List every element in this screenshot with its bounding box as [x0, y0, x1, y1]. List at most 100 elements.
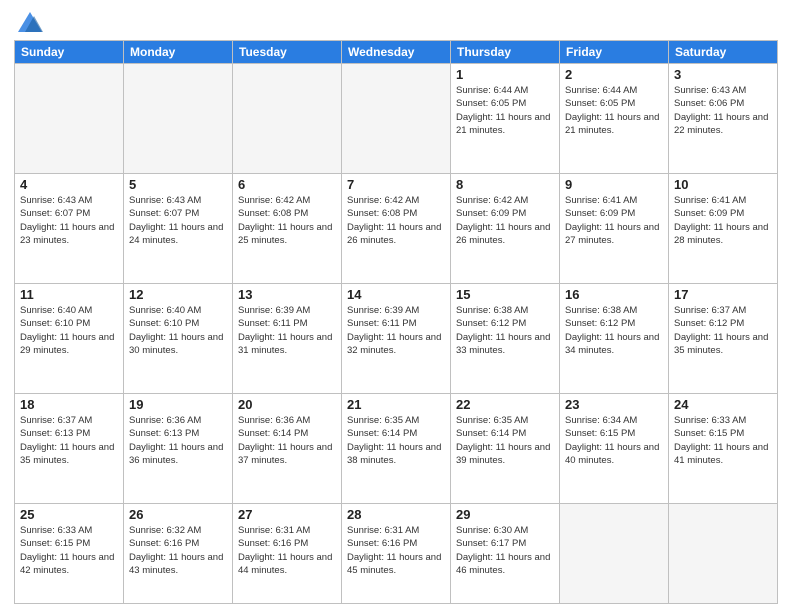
table-row: 26 Sunrise: 6:32 AM Sunset: 6:16 PM Dayli… [124, 504, 233, 604]
table-row [560, 504, 669, 604]
logo-icon [16, 10, 44, 38]
day-number: 8 [456, 177, 554, 192]
day-info: Sunrise: 6:35 AM Sunset: 6:14 PM Dayligh… [456, 414, 554, 467]
day-info: Sunrise: 6:31 AM Sunset: 6:16 PM Dayligh… [238, 524, 336, 577]
day-number: 27 [238, 507, 336, 522]
col-thursday: Thursday [451, 41, 560, 64]
day-info: Sunrise: 6:38 AM Sunset: 6:12 PM Dayligh… [456, 304, 554, 357]
table-row: 13 Sunrise: 6:39 AM Sunset: 6:11 PM Dayli… [233, 284, 342, 394]
day-number: 28 [347, 507, 445, 522]
day-info: Sunrise: 6:30 AM Sunset: 6:17 PM Dayligh… [456, 524, 554, 577]
table-row: 17 Sunrise: 6:37 AM Sunset: 6:12 PM Dayli… [669, 284, 778, 394]
day-number: 14 [347, 287, 445, 302]
table-row: 10 Sunrise: 6:41 AM Sunset: 6:09 PM Dayli… [669, 174, 778, 284]
day-number: 2 [565, 67, 663, 82]
table-row: 28 Sunrise: 6:31 AM Sunset: 6:16 PM Dayli… [342, 504, 451, 604]
table-row: 8 Sunrise: 6:42 AM Sunset: 6:09 PM Daylig… [451, 174, 560, 284]
day-number: 4 [20, 177, 118, 192]
day-info: Sunrise: 6:36 AM Sunset: 6:13 PM Dayligh… [129, 414, 227, 467]
day-number: 19 [129, 397, 227, 412]
day-info: Sunrise: 6:44 AM Sunset: 6:05 PM Dayligh… [456, 84, 554, 137]
day-number: 6 [238, 177, 336, 192]
day-info: Sunrise: 6:43 AM Sunset: 6:07 PM Dayligh… [129, 194, 227, 247]
table-row: 7 Sunrise: 6:42 AM Sunset: 6:08 PM Daylig… [342, 174, 451, 284]
logo [14, 10, 44, 34]
table-row: 5 Sunrise: 6:43 AM Sunset: 6:07 PM Daylig… [124, 174, 233, 284]
day-number: 10 [674, 177, 772, 192]
day-number: 22 [456, 397, 554, 412]
table-row: 2 Sunrise: 6:44 AM Sunset: 6:05 PM Daylig… [560, 64, 669, 174]
day-info: Sunrise: 6:43 AM Sunset: 6:06 PM Dayligh… [674, 84, 772, 137]
table-row: 27 Sunrise: 6:31 AM Sunset: 6:16 PM Dayli… [233, 504, 342, 604]
table-row [342, 64, 451, 174]
col-monday: Monday [124, 41, 233, 64]
day-number: 23 [565, 397, 663, 412]
day-info: Sunrise: 6:31 AM Sunset: 6:16 PM Dayligh… [347, 524, 445, 577]
day-number: 18 [20, 397, 118, 412]
table-row: 18 Sunrise: 6:37 AM Sunset: 6:13 PM Dayli… [15, 394, 124, 504]
table-row: 15Sunrise: 6:38 AM Sunset: 6:12 PM Dayli… [451, 284, 560, 394]
day-info: Sunrise: 6:35 AM Sunset: 6:14 PM Dayligh… [347, 414, 445, 467]
table-row [233, 64, 342, 174]
day-number: 26 [129, 507, 227, 522]
day-info: Sunrise: 6:39 AM Sunset: 6:11 PM Dayligh… [347, 304, 445, 357]
day-number: 29 [456, 507, 554, 522]
day-info: Sunrise: 6:36 AM Sunset: 6:14 PM Dayligh… [238, 414, 336, 467]
day-info: Sunrise: 6:41 AM Sunset: 6:09 PM Dayligh… [565, 194, 663, 247]
day-info: Sunrise: 6:37 AM Sunset: 6:12 PM Dayligh… [674, 304, 772, 357]
day-number: 17 [674, 287, 772, 302]
table-row: 12 Sunrise: 6:40 AM Sunset: 6:10 PM Dayli… [124, 284, 233, 394]
col-friday: Friday [560, 41, 669, 64]
table-row: 24 Sunrise: 6:33 AM Sunset: 6:15 PM Dayli… [669, 394, 778, 504]
col-saturday: Saturday [669, 41, 778, 64]
day-number: 7 [347, 177, 445, 192]
day-number: 21 [347, 397, 445, 412]
day-info: Sunrise: 6:32 AM Sunset: 6:16 PM Dayligh… [129, 524, 227, 577]
day-info: Sunrise: 6:34 AM Sunset: 6:15 PM Dayligh… [565, 414, 663, 467]
day-number: 12 [129, 287, 227, 302]
table-row [124, 64, 233, 174]
day-number: 13 [238, 287, 336, 302]
day-number: 16 [565, 287, 663, 302]
day-info: Sunrise: 6:42 AM Sunset: 6:09 PM Dayligh… [456, 194, 554, 247]
table-row [669, 504, 778, 604]
day-info: Sunrise: 6:37 AM Sunset: 6:13 PM Dayligh… [20, 414, 118, 467]
table-row: 25 Sunrise: 6:33 AM Sunset: 6:15 PM Dayli… [15, 504, 124, 604]
day-info: Sunrise: 6:33 AM Sunset: 6:15 PM Dayligh… [674, 414, 772, 467]
day-number: 24 [674, 397, 772, 412]
day-info: Sunrise: 6:42 AM Sunset: 6:08 PM Dayligh… [347, 194, 445, 247]
table-row: 20 Sunrise: 6:36 AM Sunset: 6:14 PM Dayli… [233, 394, 342, 504]
table-row [15, 64, 124, 174]
day-info: Sunrise: 6:42 AM Sunset: 6:08 PM Dayligh… [238, 194, 336, 247]
table-row: 6 Sunrise: 6:42 AM Sunset: 6:08 PM Daylig… [233, 174, 342, 284]
table-row: 14 Sunrise: 6:39 AM Sunset: 6:11 PM Dayli… [342, 284, 451, 394]
calendar-table: Sunday Monday Tuesday Wednesday Thursday… [14, 40, 778, 604]
table-row: 22 Sunrise: 6:35 AM Sunset: 6:14 PM Dayli… [451, 394, 560, 504]
day-info: Sunrise: 6:44 AM Sunset: 6:05 PM Dayligh… [565, 84, 663, 137]
table-row: 19 Sunrise: 6:36 AM Sunset: 6:13 PM Dayli… [124, 394, 233, 504]
table-row: 21 Sunrise: 6:35 AM Sunset: 6:14 PM Dayli… [342, 394, 451, 504]
day-info: Sunrise: 6:33 AM Sunset: 6:15 PM Dayligh… [20, 524, 118, 577]
col-wednesday: Wednesday [342, 41, 451, 64]
calendar-header-row: Sunday Monday Tuesday Wednesday Thursday… [15, 41, 778, 64]
day-number: 9 [565, 177, 663, 192]
day-info: Sunrise: 6:43 AM Sunset: 6:07 PM Dayligh… [20, 194, 118, 247]
table-row: 1 Sunrise: 6:44 AM Sunset: 6:05 PM Daylig… [451, 64, 560, 174]
table-row: 3 Sunrise: 6:43 AM Sunset: 6:06 PM Daylig… [669, 64, 778, 174]
day-info: Sunrise: 6:40 AM Sunset: 6:10 PM Dayligh… [129, 304, 227, 357]
day-info: Sunrise: 6:38 AM Sunset: 6:12 PM Dayligh… [565, 304, 663, 357]
day-number: 3 [674, 67, 772, 82]
day-info: Sunrise: 6:41 AM Sunset: 6:09 PM Dayligh… [674, 194, 772, 247]
table-row: 23 Sunrise: 6:34 AM Sunset: 6:15 PM Dayli… [560, 394, 669, 504]
col-tuesday: Tuesday [233, 41, 342, 64]
table-row: 29 Sunrise: 6:30 AM Sunset: 6:17 PM Dayli… [451, 504, 560, 604]
day-number: 11 [20, 287, 118, 302]
table-row: 9 Sunrise: 6:41 AM Sunset: 6:09 PM Daylig… [560, 174, 669, 284]
day-number: 20 [238, 397, 336, 412]
day-number: 1 [456, 67, 554, 82]
day-info: Sunrise: 6:39 AM Sunset: 6:11 PM Dayligh… [238, 304, 336, 357]
table-row: 11Sunrise: 6:40 AM Sunset: 6:10 PM Dayli… [15, 284, 124, 394]
day-number: 25 [20, 507, 118, 522]
col-sunday: Sunday [15, 41, 124, 64]
day-number: 5 [129, 177, 227, 192]
